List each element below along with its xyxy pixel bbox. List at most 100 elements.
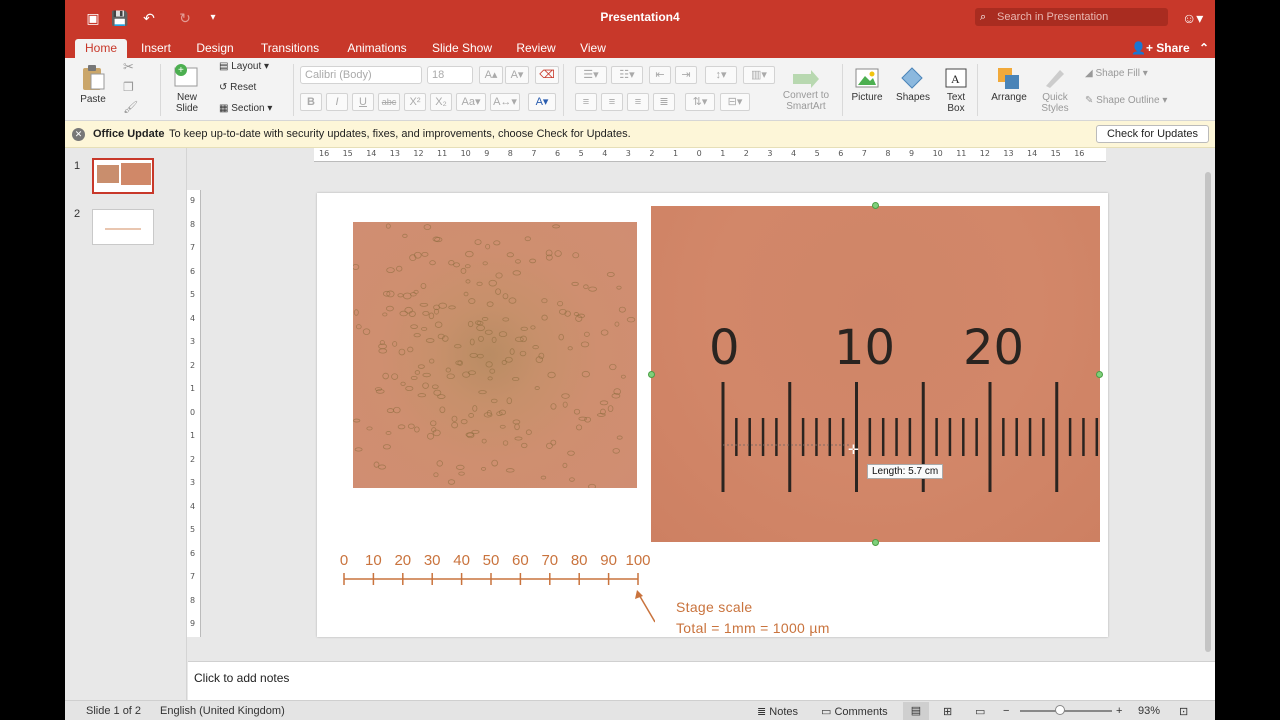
paste-button[interactable]: Paste [75, 64, 111, 105]
increase-indent-button[interactable]: ⇥ [675, 66, 697, 84]
blood-cell [405, 385, 414, 391]
font-color-button[interactable]: A▾ [528, 93, 556, 111]
slide-sorter-icon[interactable]: ⊞ [943, 705, 952, 718]
blood-cell [581, 370, 590, 378]
slide-thumbnail-1[interactable] [92, 158, 154, 194]
align-right-button[interactable]: ≡ [627, 93, 649, 111]
collapse-ribbon-icon[interactable]: ⌃ [1199, 41, 1209, 55]
blood-cell [512, 376, 520, 382]
update-message: To keep up-to-date with security updates… [169, 128, 631, 140]
ruler-label: 7 [190, 243, 196, 252]
justify-button[interactable]: ≣ [653, 93, 675, 111]
arrange-button[interactable]: Arrange [985, 66, 1033, 103]
clear-formatting-button[interactable]: ⌫ [535, 66, 559, 84]
subscript-button[interactable]: X₂ [430, 93, 452, 111]
notes-pane[interactable]: Click to add notes [188, 661, 1215, 700]
ruler-label: 6 [838, 149, 844, 158]
fit-to-window-icon[interactable]: ⊡ [1179, 705, 1188, 718]
language-status[interactable]: English (United Kingdom) [160, 705, 285, 717]
text-box-button[interactable]: A Text Box [941, 66, 971, 114]
vertical-scrollbar[interactable] [1205, 172, 1211, 652]
blood-cell [567, 450, 575, 456]
zoom-slider-track[interactable] [1020, 710, 1112, 712]
shape-outline-button[interactable]: ✎ Shape Outline ▾ [1085, 94, 1167, 108]
normal-view-icon[interactable]: ▤ [903, 702, 929, 720]
columns-button[interactable]: ▥▾ [743, 66, 775, 84]
stage-scale-arrow [637, 592, 655, 623]
ruler-label: 9 [190, 619, 196, 628]
shapes-icon [901, 67, 923, 89]
line-spacing-button[interactable]: ↕▾ [705, 66, 737, 84]
cut-icon[interactable]: ✂ [123, 60, 134, 74]
underline-button[interactable]: U [352, 93, 374, 111]
quick-styles-button[interactable]: Quick Styles [1035, 66, 1075, 114]
align-left-button[interactable]: ≡ [575, 93, 597, 111]
search-input[interactable]: ⌕ Search in Presentation [975, 8, 1168, 26]
align-center-button[interactable]: ≡ [601, 93, 623, 111]
blood-cell [386, 267, 395, 274]
ruler-label: 8 [507, 149, 513, 158]
blood-cells-image[interactable] [352, 222, 637, 490]
slide-thumbnail-2[interactable] [92, 209, 154, 245]
change-case-button[interactable]: Aa▾ [456, 93, 486, 111]
blood-cell [569, 477, 575, 482]
layout-button[interactable]: ▤ Layout ▾ [219, 60, 269, 74]
comments-button[interactable]: ▭ Comments [821, 705, 888, 718]
align-text-button[interactable]: ⊟▾ [720, 93, 750, 111]
format-painter-icon[interactable]: 🖌 [123, 100, 138, 114]
notes-button[interactable]: ≣ Notes [757, 705, 798, 718]
tab-design[interactable]: Design [190, 39, 240, 58]
tab-home[interactable]: Home [75, 39, 127, 58]
text-direction-button[interactable]: ⇅▾ [685, 93, 715, 111]
tab-view[interactable]: View [575, 39, 611, 58]
convert-to-smartart-button[interactable]: Convert to SmartArt [775, 66, 837, 112]
decrease-indent-button[interactable]: ⇤ [649, 66, 671, 84]
superscript-button[interactable]: X² [404, 93, 426, 111]
close-icon[interactable]: ✕ [72, 128, 85, 141]
zoom-level[interactable]: 93% [1138, 705, 1160, 717]
zoom-in-icon[interactable]: + [1116, 705, 1122, 717]
blood-cell [460, 419, 468, 425]
ruler-label: 3 [625, 149, 631, 158]
section-button[interactable]: ▦ Section ▾ [219, 102, 272, 116]
share-button[interactable]: 👤+ Share ⌃ [1131, 39, 1209, 58]
decrease-font-size-button[interactable]: A▾ [505, 66, 529, 84]
zoom-slider-thumb[interactable] [1055, 705, 1065, 715]
font-name-select[interactable]: Calibri (Body) [300, 66, 422, 84]
tab-slide-show[interactable]: Slide Show [427, 39, 497, 58]
increase-font-size-button[interactable]: A▴ [479, 66, 503, 84]
shapes-button[interactable]: Shapes [893, 66, 933, 103]
tab-animations[interactable]: Animations [339, 39, 415, 58]
feedback-smiley-icon[interactable]: ☺▾ [1182, 8, 1206, 28]
italic-button[interactable]: I [326, 93, 348, 111]
bullets-button[interactable]: ☰▾ [575, 66, 607, 84]
blood-cell [558, 333, 564, 341]
tab-insert[interactable]: Insert [133, 39, 179, 58]
blood-cell [541, 298, 548, 304]
micrometer-image[interactable]: 0 10 20 ✛ [651, 206, 1100, 542]
strikethrough-button[interactable]: abc [378, 93, 400, 111]
resize-handle[interactable] [872, 539, 879, 546]
shape-fill-button[interactable]: ◢ Shape Fill ▾ [1085, 67, 1148, 81]
svg-text:+: + [178, 65, 184, 76]
new-slide-button[interactable]: + New Slide [167, 62, 207, 114]
blood-cell [420, 282, 427, 289]
zoom-out-icon[interactable]: − [1003, 705, 1009, 717]
reading-view-icon[interactable]: ▭ [975, 705, 985, 718]
check-for-updates-button[interactable]: Check for Updates [1096, 125, 1209, 143]
resize-handle[interactable] [648, 371, 655, 378]
font-size-select[interactable]: 18 [427, 66, 473, 84]
blood-cell [375, 389, 385, 394]
blood-cell [484, 329, 493, 335]
reset-button[interactable]: ↺ Reset [219, 81, 256, 95]
picture-button[interactable]: Picture [847, 66, 887, 103]
resize-handle[interactable] [872, 202, 879, 209]
character-spacing-button[interactable]: A↔▾ [490, 93, 520, 111]
numbering-button[interactable]: ☷▾ [611, 66, 643, 84]
bold-button[interactable]: B [300, 93, 322, 111]
tab-review[interactable]: Review [512, 39, 560, 58]
resize-handle[interactable] [1096, 371, 1103, 378]
copy-icon[interactable]: ❐ [123, 80, 134, 94]
tab-transitions[interactable]: Transitions [253, 39, 327, 58]
ruler-label: 7 [531, 149, 537, 158]
